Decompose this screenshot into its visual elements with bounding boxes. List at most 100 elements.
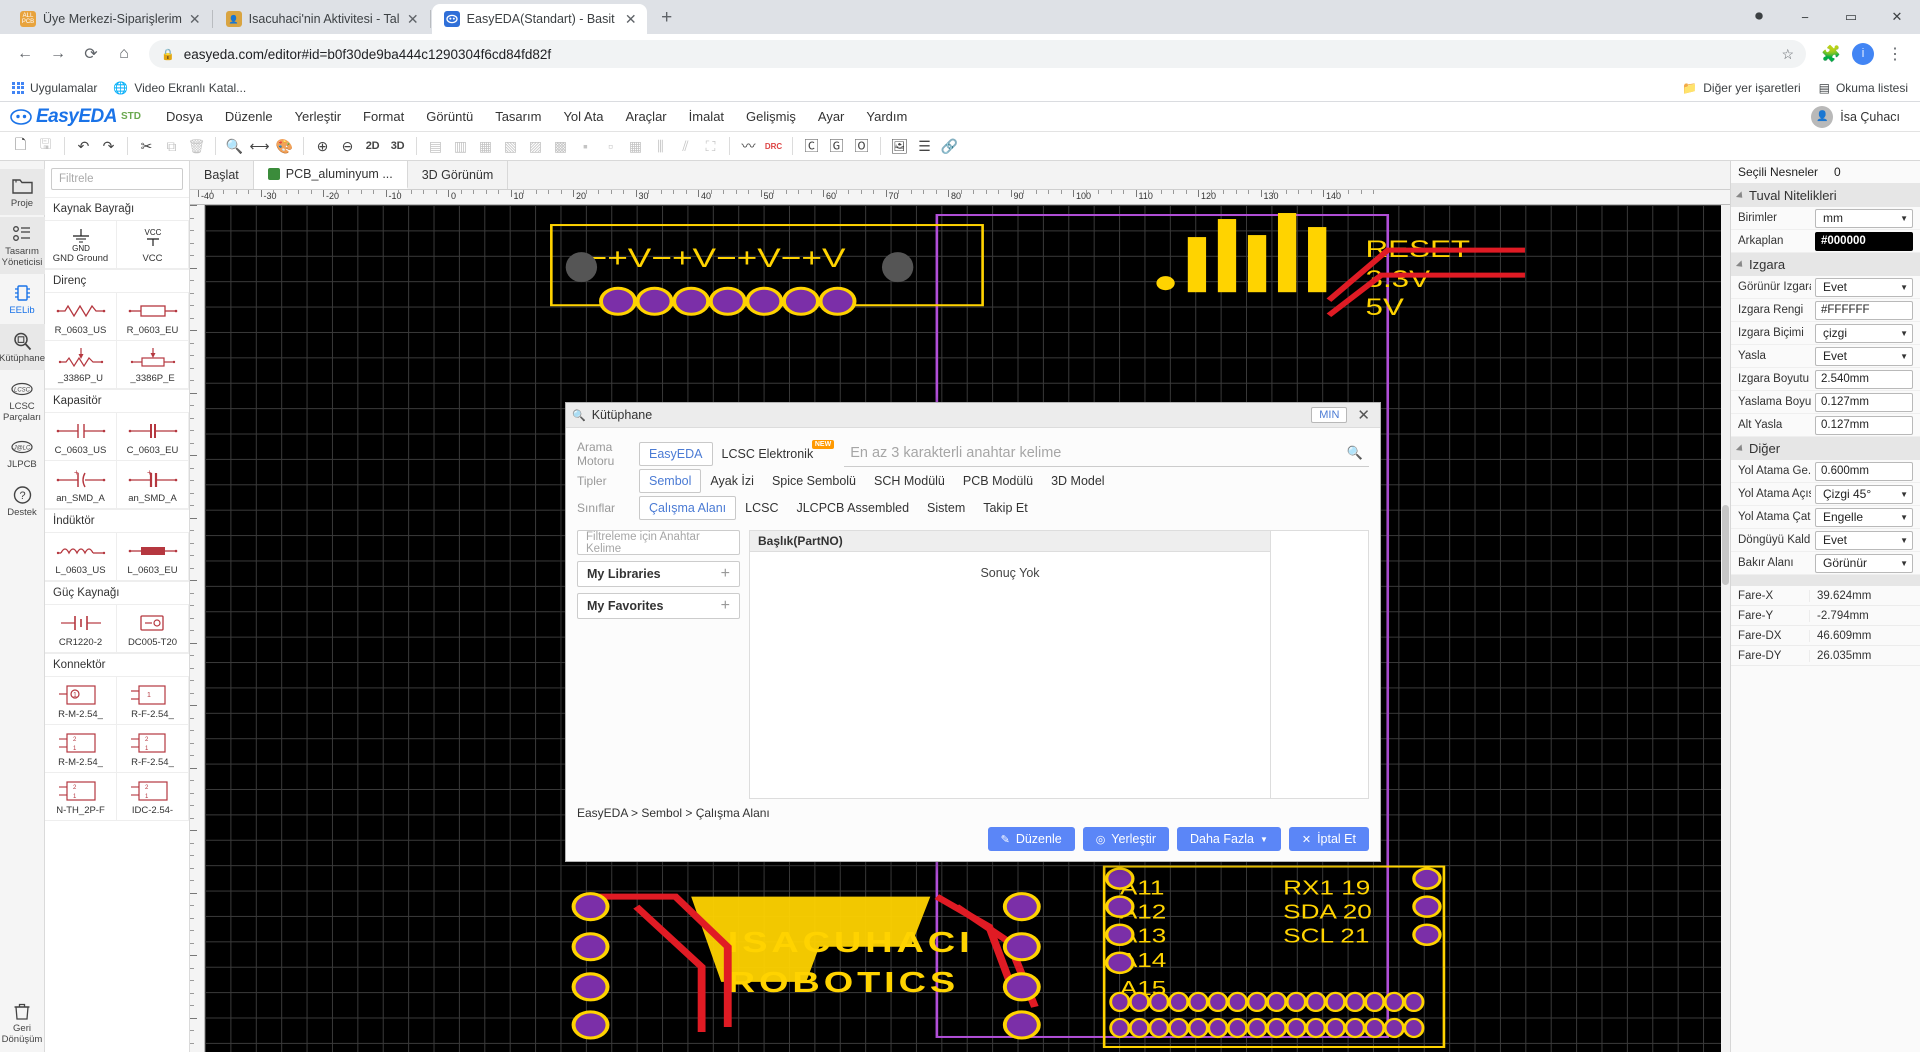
rail-item-proje[interactable]: Proje xyxy=(0,169,45,215)
reading-list[interactable]: ▤ Okuma listesi xyxy=(1819,81,1908,95)
forward-icon[interactable]: → xyxy=(43,39,73,69)
undo-icon[interactable]: ↶ xyxy=(71,134,96,158)
library-item[interactable]: 21 IDC-2.54- xyxy=(117,773,189,821)
browser-tab-2[interactable]: EasyEDA(Standart) - Basit ve Güç ✕ xyxy=(432,4,647,34)
rail-item-lcsc[interactable]: LCSC LCSC Parçaları xyxy=(0,372,45,429)
delete-icon[interactable]: 🗑 xyxy=(184,134,209,158)
place-button[interactable]: ◎ Yerleştir xyxy=(1083,827,1169,851)
group-icon[interactable]: ⛶ xyxy=(698,134,723,158)
save-icon[interactable]: 🖫 xyxy=(33,134,58,158)
group-izgara[interactable]: Izgara xyxy=(1731,253,1920,276)
library-item[interactable]: 21 R-M-2.54_ xyxy=(45,725,117,773)
cancel-button[interactable]: ✕ İptal Et xyxy=(1289,827,1369,851)
option-sch-modulu[interactable]: SCH Modülü xyxy=(865,470,954,492)
library-item[interactable]: 21 R-F-2.54_ xyxy=(117,725,189,773)
option-takip-et[interactable]: Takip Et xyxy=(974,497,1036,519)
birimler-select[interactable]: mm▼ xyxy=(1815,209,1913,228)
avatar[interactable]: İ xyxy=(1852,43,1874,65)
redo-icon[interactable]: ↷ xyxy=(96,134,121,158)
bookmark-video[interactable]: 🌐 Video Ekranlı Katal... xyxy=(113,81,246,95)
option-calisma-alani[interactable]: Çalışma Alanı xyxy=(639,496,736,520)
align-right-icon[interactable]: ▦ xyxy=(473,134,498,158)
back-icon[interactable]: ← xyxy=(10,39,40,69)
group-diger[interactable]: Diğer xyxy=(1731,437,1920,460)
library-item[interactable]: _3386P_U xyxy=(45,341,117,389)
option-sistem[interactable]: Sistem xyxy=(918,497,974,519)
doc-tab-pcb[interactable]: PCB_aluminyum ... xyxy=(254,161,408,189)
address-bar[interactable]: 🔒 easyeda.com/editor#id=b0f30de9ba444c12… xyxy=(149,40,1806,68)
user-avatar[interactable]: 👤 xyxy=(1811,106,1833,128)
group-tuval-nitelikleri[interactable]: Tuval Nitelikleri xyxy=(1731,184,1920,207)
menu-yerlestir[interactable]: Yerleştir xyxy=(284,105,352,128)
view-3d-button[interactable]: 3D xyxy=(385,134,410,158)
dialog-filter-input[interactable]: Filtreleme için Anahtar Kelime xyxy=(577,530,740,555)
library-item[interactable]: _3386P_E xyxy=(117,341,189,389)
library-item[interactable]: R_0603_EU xyxy=(117,293,189,341)
library-scroll-area[interactable]: Kaynak Bayrağı GND GND Ground VCC VCC Di… xyxy=(45,197,189,1042)
vertical-ruler[interactable] xyxy=(190,205,205,1052)
option-lcsc-elektronik[interactable]: LCSC Elektronik NEW xyxy=(713,443,823,465)
option-ayak-izi[interactable]: Ayak İzi xyxy=(701,470,763,492)
rail-item-jlpcb[interactable]: J@LC JLPCB xyxy=(0,430,45,476)
scrollbar-thumb[interactable] xyxy=(1722,505,1729,585)
option-3d-model[interactable]: 3D Model xyxy=(1042,470,1114,492)
doc-tab-baslat[interactable]: Başlat xyxy=(190,161,254,189)
library-item[interactable]: L_0603_EU xyxy=(117,533,189,581)
measure-icon[interactable]: ⟷ xyxy=(247,134,272,158)
rail-item-destek[interactable]: ? Destek xyxy=(0,478,45,524)
zoom-out-icon[interactable]: ⊖ xyxy=(335,134,360,158)
share-icon[interactable]: 🔗 xyxy=(937,134,962,158)
arkaplan-color-input[interactable]: #000000 xyxy=(1815,232,1913,251)
easyeda-logo[interactable]: EasyEDA STD xyxy=(10,106,141,128)
extensions-icon[interactable]: 🧩 xyxy=(1816,39,1846,69)
dialog-search-box[interactable]: En az 3 karakterli anahtar kelime 🔍 xyxy=(844,441,1369,467)
distribute-h-icon[interactable]: ▪ xyxy=(573,134,598,158)
reload-icon[interactable]: ⟳ xyxy=(76,39,106,69)
library-item[interactable]: + an_SMD_A xyxy=(117,461,189,509)
space-h-icon[interactable]: ⫼ xyxy=(648,134,673,158)
menu-yardim[interactable]: Yardım xyxy=(855,105,918,128)
close-icon[interactable]: ✕ xyxy=(625,12,637,26)
menu-goruntu[interactable]: Görüntü xyxy=(415,105,484,128)
close-icon[interactable]: ✕ xyxy=(189,12,201,26)
option-easyeda[interactable]: EasyEDA xyxy=(639,442,713,466)
browser-tab-0[interactable]: ALLPCB Üye Merkezi-Siparişlerim ✕ xyxy=(8,4,211,34)
other-bookmarks[interactable]: 📁 Diğer yer işaretleri xyxy=(1682,81,1800,95)
library-item[interactable]: 21 N-TH_2P-F xyxy=(45,773,117,821)
minimize-button[interactable]: MIN xyxy=(1311,407,1347,423)
library-item[interactable]: R_0603_US xyxy=(45,293,117,341)
new-document-icon[interactable]: 🗋 xyxy=(8,134,33,158)
add-icon[interactable]: + xyxy=(721,597,730,615)
library-item[interactable]: DC005-T20 xyxy=(117,605,189,653)
more-button[interactable]: Daha Fazla ▼ xyxy=(1177,827,1281,851)
maximize-button[interactable]: ▭ xyxy=(1828,0,1874,34)
menu-dosya[interactable]: Dosya xyxy=(155,105,214,128)
distribute-v-icon[interactable]: ▫ xyxy=(598,134,623,158)
library-item[interactable]: 1 R-F-2.54_ xyxy=(117,677,189,725)
browser-menu-icon[interactable]: ⋮ xyxy=(1880,39,1910,69)
option-jlcpcb-assembled[interactable]: JLCPCB Assembled xyxy=(787,497,918,519)
layer-bottom-icon[interactable]: 🄶 xyxy=(824,134,849,158)
rail-item-geri-donusum[interactable]: Geri Dönüşüm xyxy=(0,994,45,1052)
align-bottom-icon[interactable]: ▩ xyxy=(548,134,573,158)
yaslama-boyutu-input[interactable]: 0.127mm xyxy=(1815,393,1913,412)
edit-button[interactable]: ✎ Düzenle xyxy=(988,827,1075,851)
record-icon[interactable]: ⏺ xyxy=(1736,0,1782,34)
new-tab-button[interactable]: + xyxy=(653,4,681,32)
bookmark-star-icon[interactable]: ☆ xyxy=(1781,46,1794,63)
option-spice-sembolu[interactable]: Spice Sembolü xyxy=(763,470,865,492)
menu-ayar[interactable]: Ayar xyxy=(807,105,856,128)
layer-other-icon[interactable]: 🄾 xyxy=(849,134,874,158)
canvas-vertical-scrollbar[interactable] xyxy=(1721,205,1730,1052)
library-item[interactable]: C_0603_EU xyxy=(117,413,189,461)
izgara-boyutu-input[interactable]: 2.540mm xyxy=(1815,370,1913,389)
option-lcsc[interactable]: LCSC xyxy=(736,497,787,519)
cut-icon[interactable]: ✂ xyxy=(134,134,159,158)
horizontal-ruler[interactable]: -40-30-20-100102030405060708090100110120… xyxy=(190,190,1730,205)
browser-tab-1[interactable]: 👤 Isacuhaci'nin Aktivitesi - Talimatl ✕ xyxy=(214,4,429,34)
gorunur-izgara-select[interactable]: Evet▼ xyxy=(1815,278,1913,297)
space-v-icon[interactable]: ⫽ xyxy=(673,134,698,158)
layers-icon[interactable]: ☰ xyxy=(912,134,937,158)
alt-yasla-input[interactable]: 0.127mm xyxy=(1815,416,1913,435)
search-icon[interactable]: 🔍 xyxy=(1347,445,1363,461)
